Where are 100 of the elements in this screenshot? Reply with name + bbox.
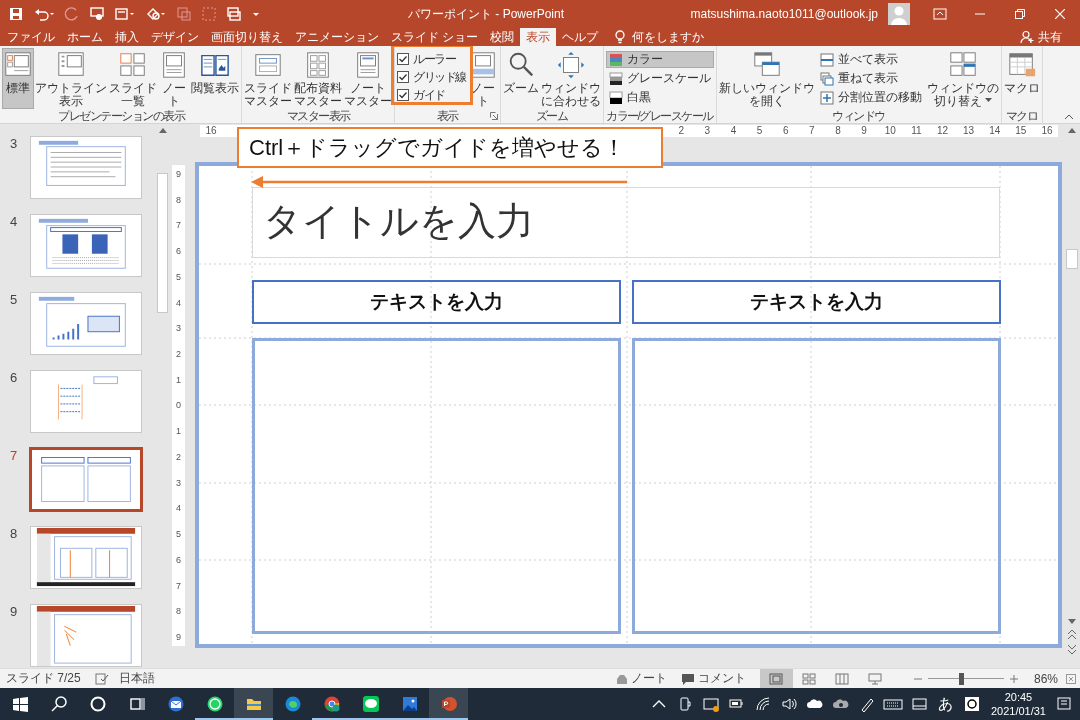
layers-icon[interactable] [226, 6, 242, 22]
ruler-number: 6 [781, 125, 790, 137]
screen-badge-icon[interactable] [702, 696, 719, 712]
notes-button[interactable]: ノート [630, 670, 667, 687]
touchpad-icon[interactable] [910, 696, 927, 712]
presenter-icon[interactable] [89, 6, 105, 22]
slide-thumbnail[interactable] [30, 214, 142, 277]
ribbon-button[interactable]: ノー ト [158, 48, 190, 109]
share-button[interactable]: 共有 [1038, 28, 1062, 46]
scroll-down-icon[interactable] [1068, 619, 1076, 624]
wifi-icon[interactable] [754, 696, 771, 712]
keyboard-icon[interactable] [882, 696, 903, 712]
scrollbar-thumb[interactable] [157, 173, 168, 313]
slide-thumbnail[interactable] [29, 447, 143, 512]
previous-slide-icon[interactable] [1068, 630, 1076, 639]
menu-tab[interactable]: ホーム [61, 28, 109, 46]
share-person-icon[interactable] [1020, 30, 1034, 44]
ribbon-button[interactable]: 重ねて表示 [816, 70, 925, 87]
fit-slide-icon[interactable] [1066, 673, 1076, 684]
speech-bubble-icon [362, 696, 379, 712]
menu-tab[interactable]: スライド ショー [385, 28, 485, 46]
zoom-slider[interactable] [927, 672, 1004, 685]
ime-indicator[interactable]: あ [937, 694, 953, 714]
ribbon-button[interactable]: アウトライン 表示 [34, 48, 108, 109]
ruler-number: 0 [176, 400, 181, 411]
next-slide-icon[interactable] [1068, 645, 1076, 654]
ruler-number: 7 [808, 125, 816, 137]
collapse-ribbon-icon[interactable] [1064, 114, 1074, 120]
scrollbar-thumb[interactable] [1066, 249, 1078, 269]
slide-thumbnail[interactable] [30, 370, 142, 433]
lightbulb-icon[interactable] [614, 30, 627, 44]
undo-icon[interactable] [33, 6, 55, 22]
ribbon-button[interactable]: ウィンドウの 切り替え [925, 48, 1000, 109]
slide-counter: スライド 7/25 [6, 670, 81, 687]
scroll-up-icon[interactable] [1068, 128, 1076, 133]
scroll-up-icon[interactable] [158, 128, 167, 133]
chrome-icon [323, 696, 340, 712]
checkbox[interactable] [397, 71, 409, 83]
text-placeholder[interactable]: テキストを入力 [252, 280, 621, 324]
slide-icon[interactable] [114, 6, 136, 22]
ribbon-button[interactable]: グレースケール [605, 70, 714, 87]
ribbon-button[interactable]: スライド 一覧 [108, 48, 158, 109]
zoom-in-icon[interactable] [1009, 674, 1018, 683]
text-placeholder[interactable]: テキストを入力 [632, 280, 1001, 324]
folder-button[interactable] [234, 688, 273, 720]
notifications-icon[interactable] [1056, 696, 1072, 712]
comments-button[interactable]: コメント [697, 670, 746, 687]
menu-tab[interactable]: デザイン [145, 28, 205, 46]
menu-tab[interactable]: アニメーション [289, 28, 385, 46]
slide-thumbnail[interactable] [30, 526, 142, 589]
slide-thumbnail[interactable] [30, 136, 142, 199]
slide-thumbnail[interactable] [30, 604, 142, 667]
ribbon-button[interactable]: スライド マスター [243, 48, 293, 109]
spellcheck-icon[interactable] [94, 672, 109, 685]
checkbox[interactable] [397, 89, 409, 101]
ribbon-button[interactable]: 新しいウィンドウ を開く [717, 48, 816, 109]
dialog-launcher-icon[interactable] [489, 112, 498, 120]
ribbon-button[interactable]: ノー ト [466, 48, 499, 109]
ribbon-button[interactable]: ノート マスター [343, 48, 393, 109]
speaker-icon[interactable] [780, 696, 797, 712]
color-swatch-icon [608, 52, 623, 67]
ribbon-button[interactable]: ウィンドウ に合わせる [539, 48, 602, 109]
ruler-number: 3 [176, 477, 181, 488]
ribbon-display-icon [933, 8, 947, 20]
presentation-app-button[interactable] [429, 688, 468, 720]
zoom-percentage[interactable]: 86% [1033, 671, 1058, 686]
app-tile-icon[interactable] [964, 697, 979, 711]
ribbon-button[interactable]: カラー [605, 51, 714, 68]
notes-icon[interactable] [615, 672, 628, 685]
menu-tab[interactable]: ファイル [1, 28, 61, 46]
language-label: 日本語 [118, 670, 155, 687]
slider-thumb[interactable] [959, 672, 965, 685]
comment-icon[interactable] [680, 672, 695, 685]
ribbon-button[interactable]: ズーム [501, 48, 540, 109]
ruler-number: 8 [834, 125, 842, 137]
save-icon[interactable] [8, 6, 24, 22]
slide-number: 9 [9, 604, 19, 619]
view-button[interactable] [759, 669, 793, 688]
title-placeholder[interactable]: タイトルを入力 [252, 187, 1000, 258]
ribbon-button[interactable]: 配布資料 マスター [293, 48, 343, 109]
mail-icon [167, 696, 184, 712]
group-label: ウィンドウ [832, 110, 885, 123]
tell-me-field[interactable]: 何をしますか [632, 28, 705, 46]
slide-thumbnail[interactable] [30, 292, 142, 355]
menu-tab[interactable]: ヘルプ [556, 28, 605, 46]
menu-tab[interactable]: 挿入 [109, 28, 145, 46]
menu-tab[interactable]: 画面切り替え [205, 28, 289, 46]
ribbon-button[interactable]: マクロ [1002, 48, 1041, 109]
ribbon-button[interactable]: 閲覧表示 [190, 48, 240, 109]
close-icon [1055, 9, 1065, 19]
menu-tab[interactable]: 表示 [520, 28, 557, 46]
ribbon-button[interactable]: 並べて表示 [816, 51, 925, 68]
ruler-number: 2 [677, 125, 686, 137]
shapes-icon[interactable] [145, 6, 167, 22]
ribbon-button[interactable]: 標準 [2, 48, 34, 109]
ribbon-button[interactable]: 分割位置の移動 [816, 89, 925, 106]
ribbon-button[interactable]: 白黒 [605, 89, 714, 106]
slide-number: 7 [9, 448, 19, 463]
checkbox[interactable] [397, 53, 409, 65]
menu-tab[interactable]: 校閲 [484, 28, 521, 46]
